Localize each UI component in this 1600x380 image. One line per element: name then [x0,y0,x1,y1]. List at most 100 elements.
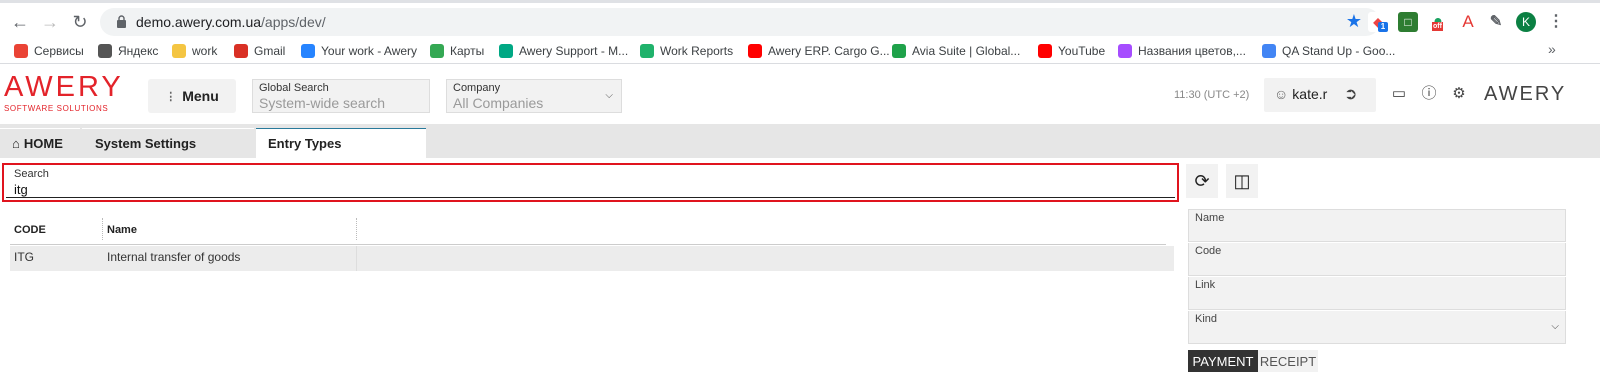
eraser-icon: ◫ [1233,170,1251,191]
bookmark-favicon-icon [172,44,186,58]
link-label: Link [1195,279,1216,291]
bookmark-item[interactable]: Сервисы [14,42,84,60]
bookmark-favicon-icon [14,44,28,58]
name-label: Name [1195,212,1225,224]
bookmark-label: work [192,44,218,58]
payment-toggle[interactable]: PAYMENT [1188,350,1258,372]
bookmark-label: Gmail [254,44,286,58]
reload-icon[interactable]: ↻ [70,12,90,32]
extension-icon[interactable]: ●off [1428,12,1448,32]
bookmark-item[interactable]: QA Stand Up - Goo... [1262,42,1395,60]
link-field[interactable]: Link [1188,277,1566,310]
home-icon: ⌂ [12,136,20,151]
bookmark-favicon-icon [98,44,112,58]
bookmark-favicon-icon [748,44,762,58]
column-header-code[interactable]: CODE [14,216,46,244]
extension-icon[interactable]: ◆1 [1368,12,1388,32]
column-header-name[interactable]: Name [107,216,137,244]
forward-icon[interactable]: → [40,12,60,32]
bookmark-item[interactable]: Work Reports [640,42,733,60]
tab-system-settings-label: System Settings [95,136,197,151]
search-field[interactable]: Search [6,167,1175,198]
back-icon[interactable]: ← [10,12,30,32]
bookmark-item[interactable]: Awery ERP. Cargo G... [748,42,890,60]
table-row[interactable]: ITG Internal transfer of goods [10,246,1174,271]
global-search-placeholder: System-wide search [259,95,386,111]
company-label: Company [453,82,501,94]
tab-home-label: HOME [23,136,63,151]
awery-logo[interactable]: AWERY SOFTWARE SOLUTIONS [4,72,124,116]
gear-icon[interactable]: ⚙ [1450,85,1468,103]
logout-icon[interactable]: ➲ [1344,84,1357,104]
bookmark-item[interactable]: Карты [430,42,484,60]
search-label: Search [14,168,49,180]
cell-code: ITG [14,250,34,264]
refresh-icon: ⟳ [1194,170,1210,191]
bookmark-item[interactable]: Яндекс [98,42,158,60]
pdf-extension-icon[interactable]: A [1458,12,1478,32]
kind-select[interactable]: Kind ⌵ [1188,311,1566,344]
extension-icon[interactable]: □ [1398,12,1418,32]
menu-button[interactable]: ⋮ Menu [148,79,236,113]
global-search-label: Global Search [259,82,329,94]
bookmark-favicon-icon [430,44,444,58]
browser-toolbar: ← → ↻ demo.awery.com.ua/apps/dev/ ★ ◆1 □… [0,0,1600,40]
address-bar[interactable]: demo.awery.com.ua/apps/dev/ ★ [100,8,1380,36]
code-label: Code [1195,245,1222,257]
user-box: ☺ kate.r ➲ [1264,78,1376,112]
bookmarks-bar: Сервисы Яндекс work Gmail Your work - Awery К… [0,38,1600,64]
chevron-down-icon: ⌵ [1551,321,1559,332]
info-icon[interactable]: ⓘ [1420,85,1438,103]
column-divider [102,218,103,240]
bookmark-favicon-icon [234,44,248,58]
cell-name: Internal transfer of goods [107,250,241,264]
tab-entry-types-label: Entry Types [268,136,342,151]
bookmark-label: Your work - Awery [321,44,418,58]
extension-off-badge: off [1432,22,1443,31]
receipt-toggle[interactable]: RECEIPT [1258,350,1318,372]
extension-badge: 1 [1378,22,1388,32]
name-field[interactable]: Name [1188,209,1566,242]
url-host: demo.awery.com.ua [136,14,262,30]
bookmark-label: Карты [450,44,485,58]
tab-system-settings[interactable]: System Settings [82,128,254,158]
refresh-button[interactable]: ⟳ [1186,164,1218,198]
more-bookmarks-icon[interactable]: » [1548,41,1556,57]
bookmark-label: Avia Suite | Global... [912,44,1021,58]
bookmark-favicon-icon [1118,44,1132,58]
bookmark-label: Сервисы [34,44,84,58]
bookmark-star-icon[interactable]: ★ [1346,11,1362,32]
vertical-dots-icon: ⋮ [165,90,177,103]
tab-home[interactable]: ⌂ HOME [0,128,80,158]
company-select[interactable]: Company All Companies ⌵ [446,79,622,113]
code-field[interactable]: Code [1188,243,1566,276]
bookmark-item[interactable]: Названия цветов,... [1118,42,1246,60]
bookmark-label: QA Stand Up - Goo... [1282,44,1396,58]
column-divider [356,218,357,240]
clear-button[interactable]: ◫ [1226,164,1258,198]
url-path: /apps/dev/ [261,14,326,30]
company-value: All Companies [453,95,544,111]
chat-icon[interactable]: ▭ [1390,85,1408,103]
clock-display: 11:30 (UTC +2) [1174,89,1250,101]
profile-avatar[interactable]: K [1516,12,1536,32]
profile-initial: K [1521,15,1530,29]
search-input[interactable] [14,182,1014,197]
bookmark-favicon-icon [892,44,906,58]
bookmark-item[interactable]: Your work - Awery [301,42,417,60]
extensions-puzzle-icon[interactable]: ✎ [1486,12,1506,32]
bookmark-item[interactable]: Gmail [234,42,285,60]
browser-menu-icon[interactable]: ⋮ [1546,12,1566,32]
bookmark-item[interactable]: work [172,42,217,60]
global-search-input[interactable]: Global Search System-wide search [252,79,430,113]
tab-entry-types[interactable]: Entry Types [256,128,426,158]
bookmark-label: Awery ERP. Cargo G... [768,44,890,58]
bookmark-item[interactable]: YouTube [1038,42,1105,60]
bookmark-item[interactable]: Avia Suite | Global... [892,42,1020,60]
user-account[interactable]: ☺ kate.r [1274,86,1327,102]
menu-button-label: Menu [182,88,219,104]
bookmark-favicon-icon [1038,44,1052,58]
bookmark-favicon-icon [499,44,513,58]
bookmark-item[interactable]: Awery Support - M... [499,42,628,60]
bookmark-label: Work Reports [660,44,734,58]
